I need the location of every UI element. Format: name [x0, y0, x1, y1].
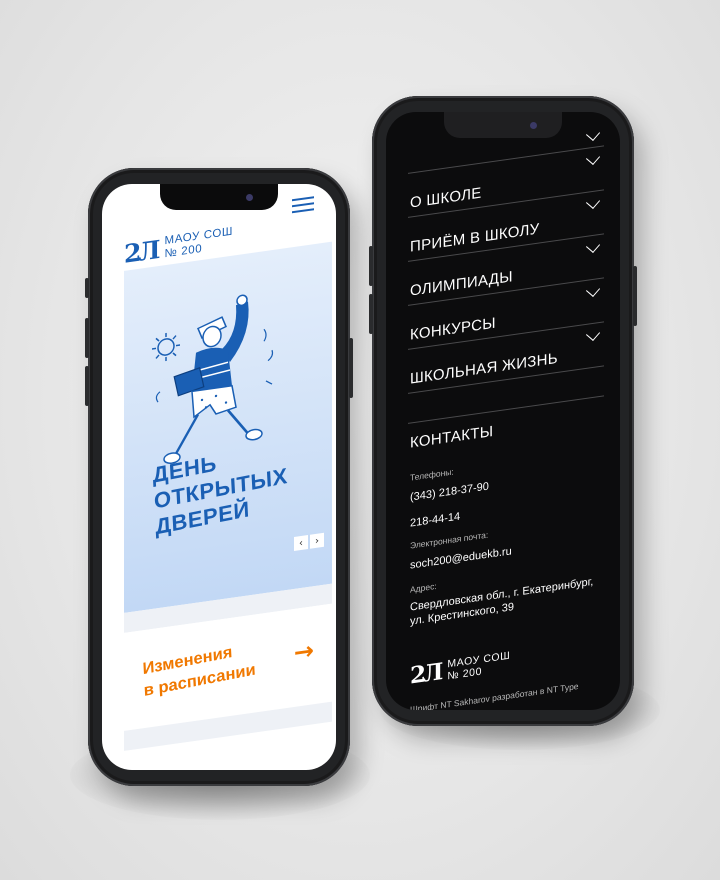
logo-text: МАОУ СОШ № 200 — [447, 650, 510, 683]
logo-mark: 2Л — [124, 234, 158, 269]
footer-logo[interactable]: 2Л МАОУ СОШ № 200 — [410, 650, 510, 690]
hero-banner[interactable]: ДЕНЬ ОТКРЫТЫХ ДВЕРЕЙ ‹ › — [124, 241, 332, 613]
slider-next-button[interactable]: › — [310, 532, 324, 549]
volume-down-button — [85, 366, 89, 406]
slider-prev-button[interactable]: ‹ — [294, 535, 308, 552]
phone-link-1[interactable]: (343) 218-37-90 — [410, 480, 489, 505]
contacts-heading: КОНТАКТЫ — [410, 422, 494, 452]
email-label: Электронная почта: — [410, 529, 489, 551]
power-button — [633, 266, 637, 326]
address-label: Адрес: — [410, 580, 437, 595]
logo-mark: 2Л — [410, 657, 441, 690]
left-phone-screen: 2Л МАОУ СОШ № 200 ДЕНЬ ОТКРЫТЫХ ДВЕРЕЙ ‹… — [102, 184, 336, 770]
arrow-right-icon[interactable]: → — [294, 636, 314, 667]
schedule-changes-label: Изменения в расписании — [142, 637, 256, 702]
chevron-down-icon[interactable] — [585, 326, 601, 341]
phone-link-2[interactable]: 218-44-14 — [410, 510, 460, 531]
left-phone: 2Л МАОУ СОШ № 200 ДЕНЬ ОТКРЫТЫХ ДВЕРЕЙ ‹… — [85, 168, 353, 786]
silent-switch — [85, 278, 89, 298]
chevron-down-icon[interactable] — [585, 238, 601, 253]
chevron-down-icon[interactable] — [585, 282, 601, 297]
chevron-down-icon[interactable] — [585, 194, 601, 209]
slider-controls: ‹ › — [294, 532, 324, 552]
phones-label: Телефоны: — [410, 466, 454, 483]
hamburger-icon[interactable] — [292, 196, 314, 217]
right-phone-screen: О ШКОЛЕ ПРИЁМ В ШКОЛУ ОЛИМПИАДЫ КОНКУРСЫ… — [386, 112, 620, 710]
right-phone: О ШКОЛЕ ПРИЁМ В ШКОЛУ ОЛИМПИАДЫ КОНКУРСЫ… — [369, 96, 637, 726]
volume-up-button — [85, 318, 89, 358]
volume-up-button — [369, 246, 373, 286]
chevron-down-icon[interactable] — [585, 150, 601, 165]
email-link[interactable]: soch200@eduekb.ru — [410, 544, 512, 572]
volume-down-button — [369, 294, 373, 334]
navigation-menu: О ШКОЛЕ ПРИЁМ В ШКОЛУ ОЛИМПИАДЫ КОНКУРСЫ… — [386, 112, 620, 710]
chevron-down-icon[interactable] — [585, 126, 601, 141]
logo-text: МАОУ СОШ № 200 — [165, 226, 234, 262]
power-button — [349, 338, 353, 398]
